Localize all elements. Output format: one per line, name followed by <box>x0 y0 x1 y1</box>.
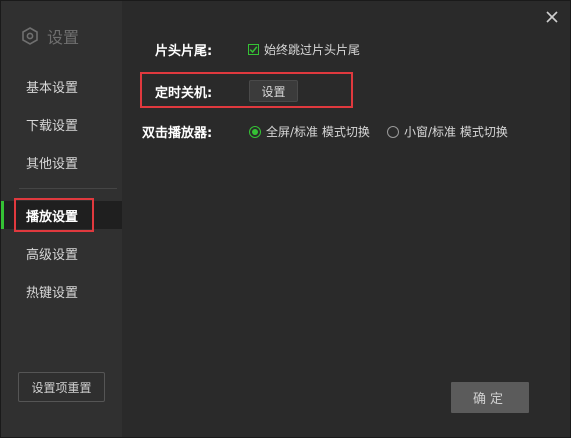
checkbox-label: 始终跳过片头片尾 <box>264 43 361 57</box>
double-click-label: 双击播放器: <box>142 126 213 141</box>
sidebar-item-label: 其他设置 <box>26 156 79 172</box>
radio-miniwindow-toggle[interactable]: 小窗/标准 模式切换 <box>387 123 508 140</box>
intro-outro-label: 片头片尾: <box>155 44 213 59</box>
sidebar-item-playback[interactable]: 播放设置 <box>1 201 122 229</box>
timer-shutdown-label: 定时关机: <box>155 86 213 101</box>
radio-label: 小窗/标准 模式切换 <box>404 125 508 139</box>
timer-shutdown-settings-button[interactable]: 设置 <box>249 80 298 102</box>
dialog-title: 设置 <box>21 23 79 49</box>
close-icon <box>546 11 558 23</box>
sidebar-item-label: 播放设置 <box>26 209 79 225</box>
sidebar-divider <box>19 188 117 189</box>
sidebar-item-basic[interactable]: 基本设置 <box>1 72 122 100</box>
radio-fullscreen-toggle[interactable]: 全屏/标准 模式切换 <box>249 123 370 140</box>
sidebar-item-hotkeys[interactable]: 热键设置 <box>1 277 122 305</box>
sidebar-item-advanced[interactable]: 高级设置 <box>1 239 122 267</box>
sidebar-item-other[interactable]: 其他设置 <box>1 148 122 176</box>
settings-hexagon-icon <box>22 27 38 45</box>
reset-settings-button[interactable]: 设置项重置 <box>18 372 105 402</box>
sidebar-item-label: 基本设置 <box>26 80 79 96</box>
settings-dialog: 设置 基本设置 下载设置 其他设置 播放设置 高级设置 热键设置 设置项重置 片… <box>0 0 571 438</box>
sidebar-item-label: 热键设置 <box>26 285 79 301</box>
radio-button[interactable] <box>387 125 399 138</box>
sidebar-item-label: 下载设置 <box>26 118 79 134</box>
skip-intro-outro-checkbox[interactable]: 始终跳过片头片尾 <box>248 41 360 58</box>
checkbox-box[interactable] <box>248 44 259 55</box>
radio-button[interactable] <box>249 125 261 138</box>
checkmark-icon <box>249 46 258 54</box>
sidebar: 设置 基本设置 下载设置 其他设置 播放设置 高级设置 热键设置 设置项重置 <box>1 1 122 437</box>
sidebar-item-label: 高级设置 <box>26 247 79 263</box>
dialog-title-text: 设置 <box>47 28 80 47</box>
sidebar-item-download[interactable]: 下载设置 <box>1 110 122 138</box>
ok-button[interactable]: 确定 <box>451 382 529 413</box>
radio-label: 全屏/标准 模式切换 <box>266 125 370 139</box>
close-button[interactable] <box>544 9 560 25</box>
